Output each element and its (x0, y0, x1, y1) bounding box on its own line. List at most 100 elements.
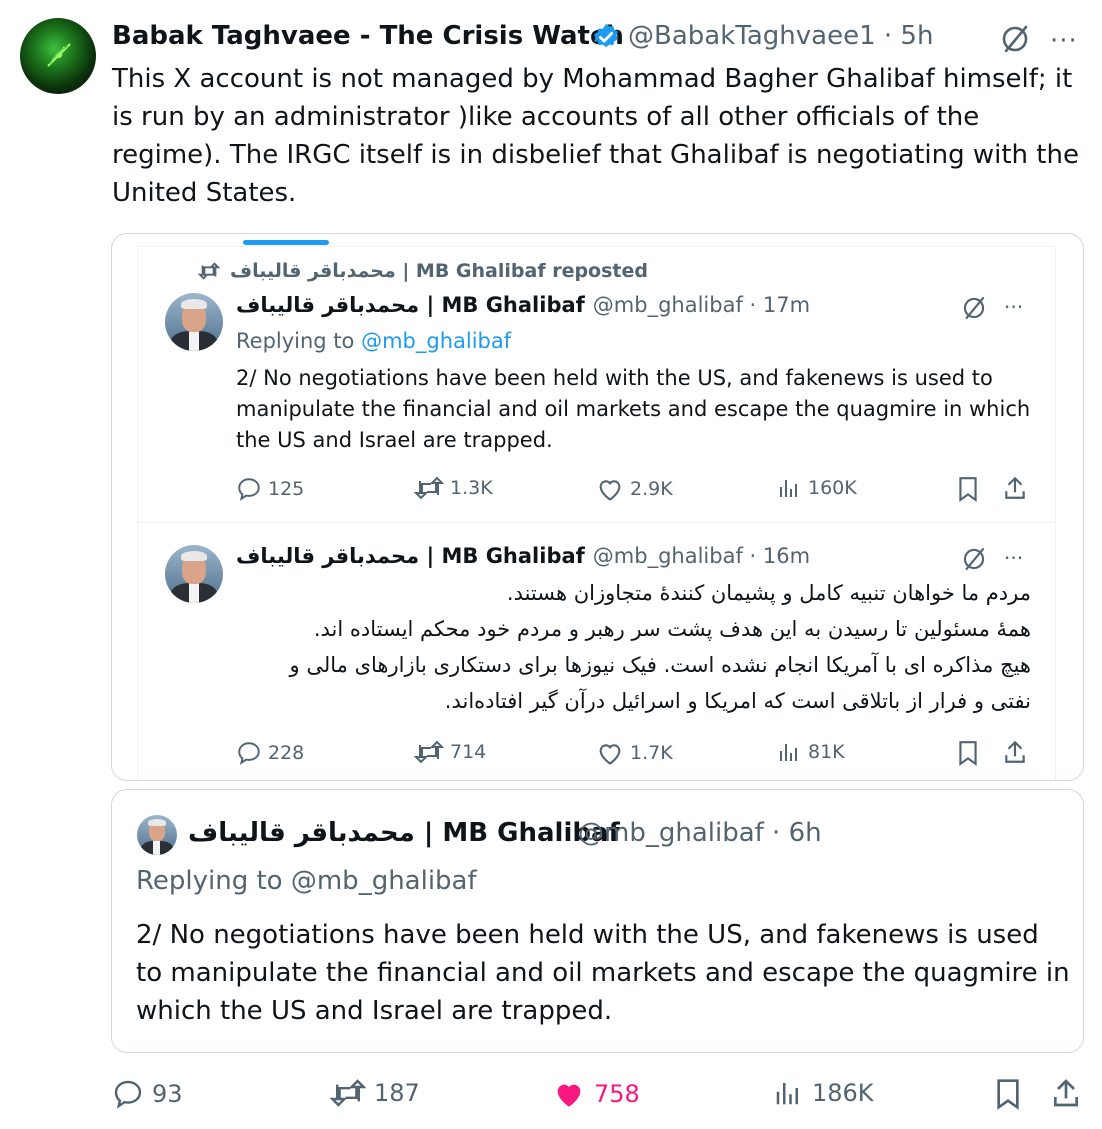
divider (1055, 246, 1056, 780)
verified-badge-icon (594, 23, 618, 48)
bookmark-icon[interactable] (956, 476, 980, 502)
quoted-text: 2/ No negotiations have been held with t… (136, 920, 1070, 1026)
views-button[interactable]: 160K (776, 476, 857, 500)
heart-icon (599, 480, 621, 501)
more-options-icon[interactable]: ··· (1004, 546, 1023, 570)
post-handle[interactable]: @mb_ghalibaf (593, 293, 743, 317)
like-button[interactable]: 1.7K (596, 740, 673, 766)
post-text: 2/ No negotiations have been held with t… (236, 366, 1031, 452)
quoted-handle[interactable]: @mb_ghalibaf (578, 818, 764, 848)
post-text-line: هیچ مذاکره ای با آمریکا انجام نشده است. … (289, 653, 1031, 677)
heart-filled-icon (557, 1084, 581, 1107)
quoted-replying-to: Replying to @mb_ghalibaf (136, 866, 477, 896)
meta-separator: · (875, 21, 901, 51)
post-text-line: همهٔ مسئولین تا رسیدن به این هدف پشت سر … (313, 617, 1031, 641)
post-author-name[interactable]: محمدباقر قالیباف | MB Ghalibaf (236, 293, 585, 317)
reply-button[interactable]: 228 (236, 740, 304, 766)
post-text-persian: مردم ما خواهان تنبیه کامل و پشیمان کننده… (236, 575, 1031, 719)
divider (137, 522, 1055, 523)
avatar-shirt (189, 583, 199, 603)
reply-icon (238, 478, 260, 501)
replying-to: Replying to @mb_ghalibaf (236, 329, 511, 353)
quoted-time[interactable]: 6h (789, 818, 822, 848)
bookmark-icon[interactable] (956, 740, 980, 766)
repost-button[interactable]: 1.3K (414, 476, 493, 500)
quoted-author-name[interactable]: محمدباقر قالیباف | MB Ghalibaf (188, 818, 620, 848)
repost-button[interactable]: 187 (330, 1078, 420, 1108)
reply-count: 228 (268, 742, 305, 764)
more-options-icon[interactable]: ··· (1004, 295, 1023, 319)
views-icon (780, 744, 797, 761)
post-text-line: نفتی و فرار از باتلاقی است که امریکا و ا… (444, 689, 1031, 713)
more-options-icon[interactable]: ··· (1050, 26, 1078, 56)
views-count: 81K (808, 741, 845, 763)
avatar[interactable] (165, 293, 223, 351)
grok-icon[interactable] (960, 294, 988, 322)
post-header: محمدباقر قالیباف | MB Ghalibaf @mb_ghali… (236, 293, 810, 317)
views-button[interactable]: 81K (776, 740, 845, 764)
avatar[interactable] (165, 545, 223, 603)
post-header: محمدباقر قالیباف | MB Ghalibaf @mb_ghali… (236, 544, 810, 568)
like-button[interactable]: 758 (552, 1078, 640, 1110)
reply-button[interactable]: 93 (112, 1078, 183, 1110)
share-icon[interactable] (1050, 1077, 1082, 1109)
share-icon[interactable] (1002, 739, 1028, 765)
author-avatar[interactable] (20, 18, 96, 94)
author-handle[interactable]: @BabakTaghvaee1 (628, 21, 876, 51)
views-button[interactable]: 186K (772, 1078, 874, 1108)
avatar-hair (148, 819, 166, 826)
grok-icon[interactable] (960, 545, 988, 573)
post-time[interactable]: 16m (763, 544, 810, 568)
replying-handle-link[interactable]: @mb_ghalibaf (361, 329, 511, 353)
heart-icon (599, 744, 621, 765)
share-icon[interactable] (1002, 475, 1028, 501)
repost-label[interactable]: محمدباقر قالیباف | MB Ghalibaf reposted (230, 260, 648, 282)
post-time[interactable]: 17m (763, 293, 810, 317)
views-count: 186K (812, 1079, 874, 1107)
bookmark-icon[interactable] (994, 1078, 1022, 1110)
author-name[interactable]: Babak Taghvaee - The Crisis Watch (112, 21, 624, 51)
views-icon (776, 1083, 798, 1105)
meta-separator: · (742, 293, 763, 317)
tweet-text: This X account is not managed by Mohamma… (112, 64, 1079, 208)
post-text-line: مردم ما خواهان تنبیه کامل و پشیمان کننده… (506, 581, 1031, 605)
repost-count: 714 (450, 741, 487, 763)
reply-icon (114, 1080, 142, 1109)
avatar-hair (181, 299, 207, 309)
avatar-shirt (189, 331, 199, 351)
reply-icon (238, 742, 260, 765)
divider (137, 246, 138, 780)
reply-count: 125 (268, 478, 305, 500)
repost-count: 1.3K (450, 477, 493, 499)
like-count: 2.9K (630, 478, 673, 500)
repost-count: 187 (374, 1079, 420, 1107)
like-count: 758 (594, 1080, 640, 1108)
avatar-shirt (153, 841, 160, 855)
like-button[interactable]: 2.9K (596, 476, 673, 502)
scroll-indicator (243, 240, 329, 245)
views-count: 160K (808, 477, 857, 499)
replying-handle[interactable]: @mb_ghalibaf (291, 866, 477, 896)
reply-count: 93 (152, 1080, 183, 1108)
tweet-time[interactable]: 5h (900, 21, 933, 51)
replying-prefix: Replying to (136, 866, 283, 896)
meta-separator: · (763, 818, 789, 848)
divider (137, 246, 1055, 247)
repost-icon (198, 262, 220, 280)
repost-button[interactable]: 714 (414, 740, 486, 764)
author-handle-time[interactable]: @BabakTaghvaee1 · 5h (628, 21, 933, 51)
post-author-name[interactable]: محمدباقر قالیباف | MB Ghalibaf (236, 544, 585, 568)
replying-prefix: Replying to (236, 329, 355, 353)
avatar-hair (181, 551, 207, 561)
reply-button[interactable]: 125 (236, 476, 304, 502)
radar-logo-icon (47, 43, 71, 67)
repost-icon (414, 740, 444, 764)
post-handle[interactable]: @mb_ghalibaf (593, 544, 743, 568)
views-icon (780, 480, 797, 497)
meta-separator: · (742, 544, 763, 568)
quoted-handle-time: @mb_ghalibaf · 6h (578, 818, 822, 848)
like-count: 1.7K (630, 742, 673, 764)
repost-indicator: محمدباقر قالیباف | MB Ghalibaf reposted (198, 260, 648, 282)
quoted-avatar[interactable] (137, 815, 177, 855)
grok-icon[interactable] (998, 22, 1032, 56)
